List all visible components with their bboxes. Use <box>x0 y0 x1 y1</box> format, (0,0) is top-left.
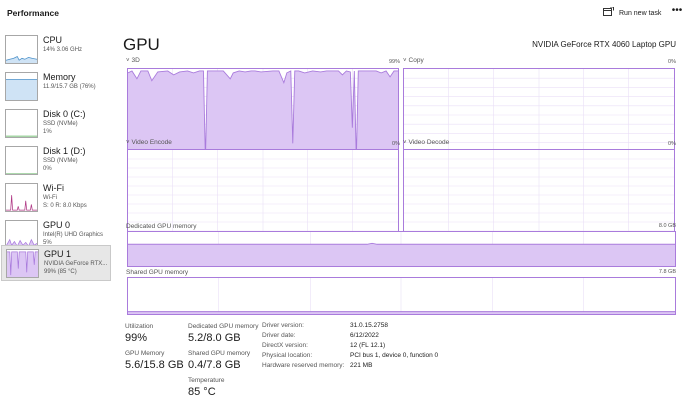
physical-location-value: PCI bus 1, device 0, function 0 <box>350 352 439 359</box>
physical-location-key: Physical location: <box>262 352 313 359</box>
dedicated-memory-label: Dedicated GPU memory <box>126 223 197 230</box>
chevron-down-icon: ˅ <box>126 57 130 64</box>
sidebar-item-detail: NVIDIA GeForce RTX... <box>44 261 108 267</box>
sidebar-item-label: Wi-Fi <box>43 183 64 193</box>
copy-engine-label: Copy <box>408 57 424 64</box>
sidebar-item-value: 1% <box>43 129 52 135</box>
sidebar-item-value: S: 0 R: 8.0 Kbps <box>43 203 87 209</box>
sidebar-item-detail: SSD (NVMe) <box>43 158 78 164</box>
dedicated-memory-stat-value: 5.2/8.0 GB <box>188 332 241 344</box>
shared-memory-max: 7.8 GB <box>658 269 676 275</box>
run-task-icon <box>603 6 614 19</box>
sidebar-item-label: Disk 1 (D:) <box>43 146 86 156</box>
copy-engine-selector[interactable]: ˅ Copy <box>403 57 424 64</box>
app-title: Performance <box>7 8 59 18</box>
video-decode-selector[interactable]: ˅ Video Decode <box>403 139 449 146</box>
gpu-memory-label: GPU Memory <box>125 350 165 357</box>
memory-thumbnail <box>5 72 38 101</box>
page-title: GPU <box>123 35 160 54</box>
utilization-label: Utilization <box>125 323 154 330</box>
sidebar: CPU 14% 3.06 GHz Memory 11.9/15.7 GB (76… <box>0 29 112 409</box>
driver-version-key: Driver version: <box>262 322 304 329</box>
directx-version-value: 12 (FL 12.1) <box>350 342 386 349</box>
sidebar-item-detail: Wi-Fi <box>43 195 57 201</box>
video-decode-label: Video Decode <box>408 139 450 146</box>
sidebar-item-wifi[interactable]: Wi-Fi Wi-Fi S: 0 R: 8.0 Kbps <box>1 180 111 216</box>
shared-memory-stat-label: Shared GPU memory <box>188 350 251 357</box>
chevron-down-icon: ˅ <box>403 139 407 146</box>
dedicated-memory-max: 8.0 GB <box>658 223 676 229</box>
3d-engine-selector[interactable]: ˅ 3D <box>126 57 140 64</box>
sidebar-item-label: CPU <box>43 35 63 45</box>
copy-engine-max: 0% <box>668 59 676 65</box>
sidebar-item-detail: 14% 3.06 GHz <box>43 47 83 53</box>
sidebar-item-detail: 11.9/15.7 GB (76%) <box>43 84 96 90</box>
gpu1-thumbnail <box>6 249 39 278</box>
top-bar: Performance Run new task ••• <box>0 0 690 28</box>
sidebar-item-label: GPU 0 <box>43 220 71 230</box>
cpu-thumbnail <box>5 35 38 64</box>
disk1-thumbnail <box>5 146 38 175</box>
run-new-task-button[interactable]: Run new task <box>603 6 661 20</box>
reserved-memory-key: Hardware reserved memory: <box>262 362 345 369</box>
driver-date-key: Driver date: <box>262 332 296 339</box>
driver-version-value: 31.0.15.2758 <box>350 322 388 329</box>
video-encode-selector[interactable]: ˅ Video Encode <box>126 139 172 146</box>
more-options-button[interactable]: ••• <box>670 5 684 19</box>
sidebar-item-label: Disk 0 (C:) <box>43 109 86 119</box>
sidebar-item-value: 99% (85 °C) <box>44 269 77 275</box>
reserved-memory-value: 221 MB <box>350 362 373 369</box>
run-task-label: Run new task <box>619 9 662 17</box>
sidebar-item-detail: SSD (NVMe) <box>43 121 78 127</box>
sidebar-item-disk-1[interactable]: Disk 1 (D:) SSD (NVMe) 0% <box>1 143 111 179</box>
gpu-detail-panel: GPU NVIDIA GeForce RTX 4060 Laptop GPU ˅… <box>112 28 690 409</box>
chevron-down-icon: ˅ <box>126 139 130 146</box>
copy-engine-graph <box>403 68 675 162</box>
chevron-down-icon: ˅ <box>403 57 407 64</box>
sidebar-item-cpu[interactable]: CPU 14% 3.06 GHz <box>1 32 111 68</box>
gpu-device-name: NVIDIA GeForce RTX 4060 Laptop GPU <box>532 40 676 49</box>
sidebar-item-value: 0% <box>43 166 52 172</box>
shared-memory-graph <box>127 277 676 315</box>
shared-memory-stat-value: 0.4/7.8 GB <box>188 359 241 371</box>
3d-engine-graph <box>127 68 399 162</box>
temperature-value: 85 °C <box>188 386 216 398</box>
3d-engine-max: 99% <box>388 59 400 65</box>
wifi-thumbnail <box>5 183 38 212</box>
sidebar-item-gpu-1[interactable]: GPU 1 NVIDIA GeForce RTX... 99% (85 °C) <box>1 245 111 281</box>
temperature-label: Temperature <box>188 377 225 384</box>
video-encode-max: 0% <box>392 141 400 147</box>
gpu-memory-value: 5.6/15.8 GB <box>125 359 184 371</box>
sidebar-item-label: GPU 1 <box>44 249 72 259</box>
sidebar-item-disk-0[interactable]: Disk 0 (C:) SSD (NVMe) 1% <box>1 106 111 142</box>
video-decode-max: 0% <box>668 141 676 147</box>
sidebar-item-detail: Intel(R) UHD Graphics <box>43 232 104 238</box>
shared-memory-label: Shared GPU memory <box>126 269 189 276</box>
disk0-thumbnail <box>5 109 38 138</box>
sidebar-item-memory[interactable]: Memory 11.9/15.7 GB (76%) <box>1 69 111 105</box>
video-encode-label: Video Encode <box>131 139 172 146</box>
dedicated-memory-stat-label: Dedicated GPU memory <box>188 323 259 330</box>
3d-engine-label: 3D <box>131 57 140 64</box>
directx-version-key: DirectX version: <box>262 342 308 349</box>
sidebar-item-label: Memory <box>43 72 76 82</box>
dedicated-memory-graph <box>127 231 676 267</box>
utilization-value: 99% <box>125 332 148 344</box>
driver-date-value: 6/12/2022 <box>350 332 379 339</box>
